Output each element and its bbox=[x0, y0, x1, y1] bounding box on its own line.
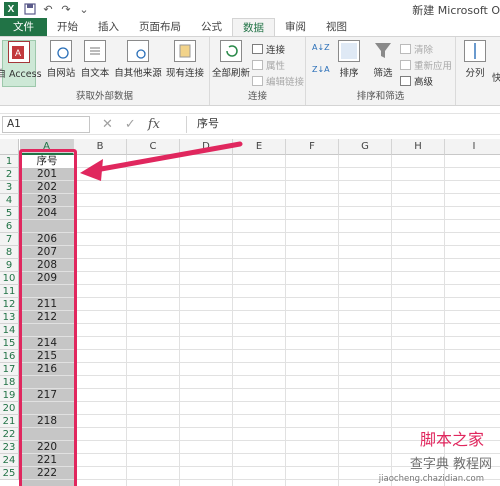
sort-descending-icon: Z↓A bbox=[312, 65, 330, 74]
group-connections: 全部刷新 连接 属性 编辑链接 连接 bbox=[210, 37, 306, 105]
formula-buttons: ✕ ✓ fx bbox=[102, 116, 160, 133]
tab-review[interactable]: 审阅 bbox=[275, 18, 316, 36]
edit-links-icon bbox=[252, 76, 263, 86]
other-sources-icon bbox=[127, 40, 149, 62]
filter-button[interactable]: 筛选 bbox=[366, 40, 400, 79]
watermark-url: jiaocheng.chazidian.com bbox=[378, 474, 484, 484]
group-get-external-data: A 自 Access 自网站 自文本 自其他来源 现有连接 获取外部数据 bbox=[0, 37, 210, 105]
clear-filter-button[interactable]: 清除 bbox=[400, 42, 433, 56]
svg-text:A: A bbox=[15, 48, 21, 58]
existing-connections-icon bbox=[174, 40, 196, 62]
excel-logo-icon: X bbox=[4, 2, 18, 16]
quick-access-toolbar: X ↶ ↷ ⌄ bbox=[0, 0, 90, 18]
text-to-columns-icon bbox=[464, 40, 486, 62]
sort-icon bbox=[338, 40, 360, 62]
customize-icon[interactable]: ⌄ bbox=[78, 3, 90, 16]
redo-icon[interactable]: ↷ bbox=[60, 3, 72, 16]
sort-ascending-button[interactable]: A↓Z bbox=[312, 43, 330, 52]
flash-fill-button[interactable]: 快 bbox=[492, 70, 500, 84]
ribbon: A 自 Access 自网站 自文本 自其他来源 现有连接 获取外部数据 全部刷… bbox=[0, 36, 500, 106]
tab-file[interactable]: 文件 bbox=[0, 18, 47, 36]
properties-button[interactable]: 属性 bbox=[252, 58, 285, 72]
formula-input[interactable]: 序号 bbox=[186, 116, 500, 133]
reapply-icon bbox=[400, 60, 411, 70]
name-box[interactable]: A1 bbox=[2, 116, 90, 133]
tab-page-layout[interactable]: 页面布局 bbox=[129, 18, 191, 36]
reapply-button[interactable]: 重新应用 bbox=[400, 58, 452, 72]
window-title: 新建 Microsoft O bbox=[412, 4, 500, 17]
web-icon bbox=[50, 40, 72, 62]
save-icon[interactable] bbox=[24, 3, 36, 15]
watermark-site: 查字典 教程网 bbox=[409, 457, 492, 472]
refresh-icon bbox=[220, 40, 242, 62]
from-text-button[interactable]: 自文本 bbox=[78, 40, 112, 79]
ribbon-tabs: 文件 开始 插入 页面布局 公式 数据 审阅 视图 bbox=[0, 18, 500, 36]
existing-connections-button[interactable]: 现有连接 bbox=[163, 40, 207, 79]
from-access-button[interactable]: A 自 Access bbox=[0, 40, 42, 87]
group-sort-filter: A↓Z Z↓A 排序 筛选 清除 重新应用 高级 排序和筛选 bbox=[306, 37, 456, 105]
filter-icon bbox=[372, 40, 394, 62]
sort-button[interactable]: 排序 bbox=[332, 40, 366, 79]
watermark-logo: 脚本之家 bbox=[419, 430, 484, 449]
sort-descending-button[interactable]: Z↓A bbox=[312, 65, 330, 74]
title-bar: X ↶ ↷ ⌄ 新建 Microsoft O bbox=[0, 0, 500, 18]
cancel-icon[interactable]: ✕ bbox=[102, 117, 113, 132]
text-file-icon bbox=[84, 40, 106, 62]
insert-function-icon[interactable]: fx bbox=[148, 117, 160, 132]
properties-icon bbox=[252, 60, 263, 70]
tab-formulas[interactable]: 公式 bbox=[191, 18, 232, 36]
undo-icon[interactable]: ↶ bbox=[42, 3, 54, 16]
group-data-tools: 分列 快 bbox=[456, 37, 500, 105]
connections-icon bbox=[252, 44, 263, 54]
advanced-filter-icon bbox=[400, 76, 411, 86]
refresh-all-button[interactable]: 全部刷新 bbox=[212, 40, 250, 79]
connections-button[interactable]: 连接 bbox=[252, 42, 285, 56]
advanced-filter-button[interactable]: 高级 bbox=[400, 74, 433, 88]
from-web-button[interactable]: 自网站 bbox=[44, 40, 78, 79]
formula-bar: A1 ✕ ✓ fx 序号 bbox=[0, 113, 500, 135]
tab-insert[interactable]: 插入 bbox=[88, 18, 129, 36]
access-icon: A bbox=[8, 41, 30, 63]
clear-filter-icon bbox=[400, 44, 411, 54]
enter-icon[interactable]: ✓ bbox=[125, 117, 136, 132]
sort-ascending-icon: A↓Z bbox=[312, 43, 330, 52]
tab-home[interactable]: 开始 bbox=[47, 18, 88, 36]
from-other-sources-button[interactable]: 自其他来源 bbox=[114, 40, 162, 79]
tab-data[interactable]: 数据 bbox=[232, 18, 275, 36]
tab-view[interactable]: 视图 bbox=[316, 18, 357, 36]
text-to-columns-button[interactable]: 分列 bbox=[460, 40, 490, 79]
edit-links-button[interactable]: 编辑链接 bbox=[252, 74, 304, 88]
